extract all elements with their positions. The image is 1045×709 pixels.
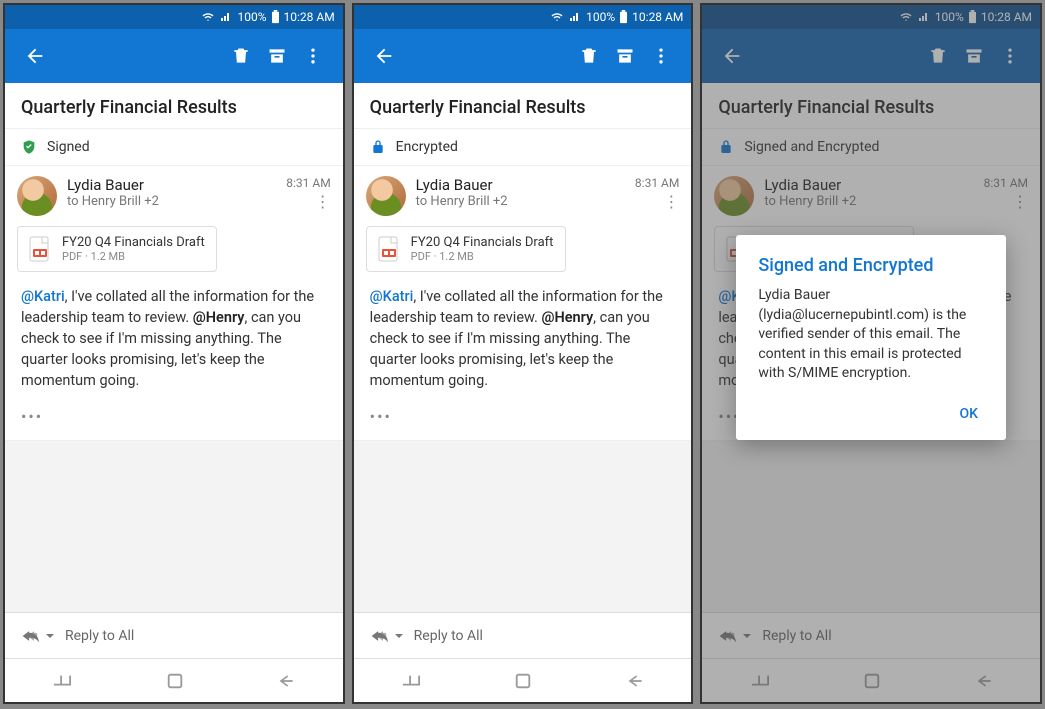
nav-home-icon[interactable] [514, 672, 532, 690]
nav-back-icon[interactable] [625, 672, 645, 690]
attachment-name: FY20 Q4 Financials Draft [411, 235, 554, 250]
expand-quoted-icon[interactable]: ••• [354, 403, 692, 441]
message-time: 8:31 AM [635, 176, 679, 190]
recipients-summary: to Henry Brill +2 [416, 194, 625, 209]
reply-bar[interactable]: Reply to All [354, 612, 692, 658]
nav-recent-icon[interactable] [400, 672, 422, 690]
signal-icon [219, 11, 233, 23]
security-row[interactable]: Signed [5, 129, 343, 166]
signal-icon [568, 11, 582, 23]
clock-time: 10:28 AM [632, 10, 683, 24]
clock-time: 10:28 AM [284, 10, 335, 24]
reply-bar[interactable]: Reply to All [5, 612, 343, 658]
mention[interactable]: @Henry [193, 309, 245, 326]
file-pdf-icon [377, 235, 401, 263]
system-nav-bar [354, 658, 692, 702]
email-body: @Katri, I've collated all the informatio… [5, 282, 343, 403]
file-pdf-icon [28, 235, 52, 263]
reply-label: Reply to All [65, 628, 134, 644]
empty-area [354, 441, 692, 612]
attachment-meta: PDF · 1.2 MB [411, 250, 554, 263]
attachment-meta: PDF · 1.2 MB [62, 250, 205, 263]
signed-icon [21, 139, 37, 155]
avatar [366, 176, 406, 216]
more-button[interactable] [643, 38, 679, 74]
status-bar: 100% 10:28 AM [354, 5, 692, 29]
phone-screen: 100% 10:28 AM Quarterly Financial Result… [352, 3, 694, 704]
more-button[interactable] [295, 38, 331, 74]
mention[interactable]: @Henry [541, 309, 593, 326]
app-bar [354, 29, 692, 83]
sender-row[interactable]: Lydia Bauer to Henry Brill +2 8:31 AM ⋮ [354, 166, 692, 222]
system-nav-bar [5, 658, 343, 702]
expand-quoted-icon[interactable]: ••• [5, 403, 343, 441]
encrypted-icon [370, 139, 386, 155]
email-subject: Quarterly Financial Results [5, 83, 343, 129]
attachment-chip[interactable]: FY20 Q4 Financials Draft PDF · 1.2 MB [366, 226, 566, 272]
reply-label: Reply to All [414, 628, 483, 644]
nav-recent-icon[interactable] [51, 672, 73, 690]
security-label: Encrypted [396, 139, 458, 155]
security-label: Signed [47, 139, 90, 155]
nav-back-icon[interactable] [276, 672, 296, 690]
archive-button[interactable] [607, 38, 643, 74]
back-button[interactable] [366, 38, 402, 74]
recipients-summary: to Henry Brill +2 [67, 194, 276, 209]
battery-icon [271, 10, 280, 24]
message-more-icon[interactable]: ⋮ [663, 194, 679, 210]
message-more-icon[interactable]: ⋮ [315, 194, 331, 210]
status-bar: 100% 10:28 AM [5, 5, 343, 29]
message-time: 8:31 AM [286, 176, 330, 190]
battery-percent: 100% [237, 10, 266, 24]
reply-all-icon [21, 627, 55, 645]
email-subject: Quarterly Financial Results [354, 83, 692, 129]
mention[interactable]: @Katri [370, 288, 414, 305]
back-button[interactable] [17, 38, 53, 74]
nav-home-icon[interactable] [166, 672, 184, 690]
dialog-title: Signed and Encrypted [758, 255, 984, 276]
phone-screen: 100% 10:28 AM Quarterly Financial Result… [3, 3, 345, 704]
avatar [17, 176, 57, 216]
wifi-icon [550, 11, 564, 23]
app-bar [5, 29, 343, 83]
sender-row[interactable]: Lydia Bauer to Henry Brill +2 8:31 AM ⋮ [5, 166, 343, 222]
dialog-ok-button[interactable]: OK [954, 398, 985, 430]
security-dialog: Signed and Encrypted Lydia Bauer (lydia@… [736, 235, 1006, 440]
battery-percent: 100% [586, 10, 615, 24]
sender-name: Lydia Bauer [416, 176, 625, 194]
reply-all-icon [370, 627, 404, 645]
delete-button[interactable] [571, 38, 607, 74]
battery-icon [619, 10, 628, 24]
dialog-body: Lydia Bauer (lydia@lucernepubintl.com) i… [758, 286, 984, 384]
attachment-chip[interactable]: FY20 Q4 Financials Draft PDF · 1.2 MB [17, 226, 217, 272]
mention[interactable]: @Katri [21, 288, 65, 305]
empty-area [5, 441, 343, 612]
email-body: @Katri, I've collated all the informatio… [354, 282, 692, 403]
wifi-icon [201, 11, 215, 23]
security-row[interactable]: Encrypted [354, 129, 692, 166]
archive-button[interactable] [259, 38, 295, 74]
attachment-name: FY20 Q4 Financials Draft [62, 235, 205, 250]
delete-button[interactable] [223, 38, 259, 74]
sender-name: Lydia Bauer [67, 176, 276, 194]
phone-screen: 100% 10:28 AM Quarterly Financial Result… [700, 3, 1042, 704]
